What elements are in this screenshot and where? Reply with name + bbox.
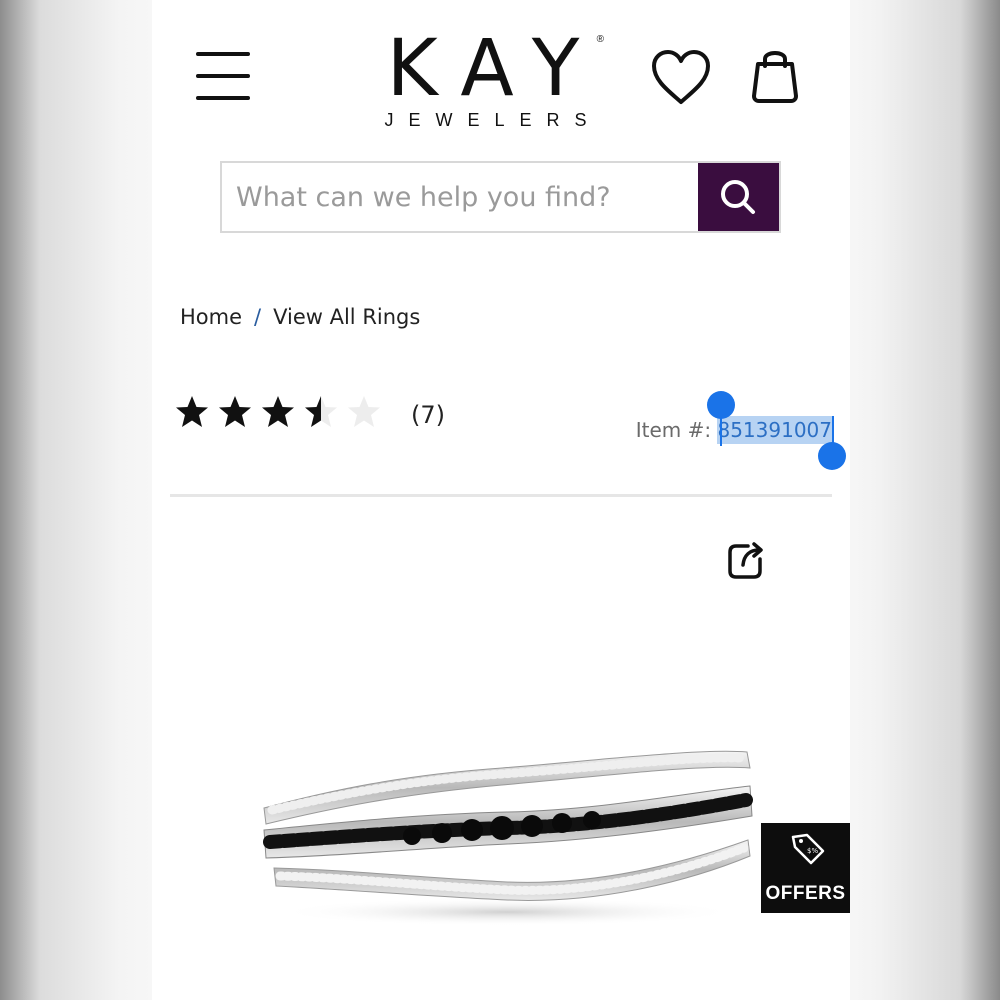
item-number: Item #: 851391007 bbox=[635, 416, 832, 444]
section-divider bbox=[170, 494, 832, 497]
breadcrumb-separator: / bbox=[254, 305, 262, 329]
breadcrumb-home[interactable]: Home bbox=[180, 305, 242, 329]
registered-mark: ® bbox=[596, 34, 604, 45]
star-full-icon bbox=[260, 394, 296, 430]
search-input[interactable] bbox=[222, 163, 700, 231]
rating-stars bbox=[174, 394, 389, 435]
breadcrumb-view-all-rings[interactable]: View All Rings bbox=[273, 305, 420, 329]
star-full-icon bbox=[217, 394, 253, 430]
selection-start-dot[interactable] bbox=[707, 391, 735, 419]
selection-end-dot[interactable] bbox=[818, 442, 846, 470]
search-icon bbox=[721, 180, 755, 214]
logo-subtitle: JEWELERS bbox=[384, 110, 602, 130]
item-number-label: Item #: bbox=[635, 418, 712, 442]
logo-wordmark: KAY bbox=[386, 24, 604, 114]
heart-icon[interactable] bbox=[650, 48, 712, 106]
star-half-icon bbox=[303, 394, 339, 430]
breadcrumb: Home / View All Rings bbox=[180, 305, 420, 329]
item-number-value[interactable]: 851391007 bbox=[717, 416, 832, 444]
menu-bar bbox=[196, 74, 250, 78]
star-full-icon bbox=[174, 394, 210, 430]
svg-text:$%: $% bbox=[807, 847, 818, 855]
star-rating[interactable]: (7) bbox=[174, 394, 445, 435]
review-count[interactable]: (7) bbox=[411, 401, 445, 429]
share-icon[interactable] bbox=[726, 541, 766, 581]
product-image[interactable] bbox=[252, 730, 762, 930]
offers-label: OFFERS bbox=[765, 883, 846, 904]
star-empty-icon bbox=[346, 394, 382, 430]
ring-image bbox=[263, 750, 753, 926]
product-page: KAY ® JEWELERS Home / View All Rings bbox=[152, 0, 850, 1000]
search-button[interactable] bbox=[698, 163, 779, 231]
menu-icon[interactable] bbox=[196, 52, 250, 104]
price-tag-icon: $% bbox=[791, 833, 825, 865]
offers-button[interactable]: $% OFFERS bbox=[761, 823, 850, 913]
shopping-bag-icon[interactable] bbox=[750, 46, 800, 104]
search-bar bbox=[220, 161, 781, 233]
menu-bar bbox=[196, 52, 250, 56]
kay-jewelers-logo[interactable]: KAY ® JEWELERS bbox=[362, 30, 612, 130]
menu-bar bbox=[196, 96, 250, 100]
